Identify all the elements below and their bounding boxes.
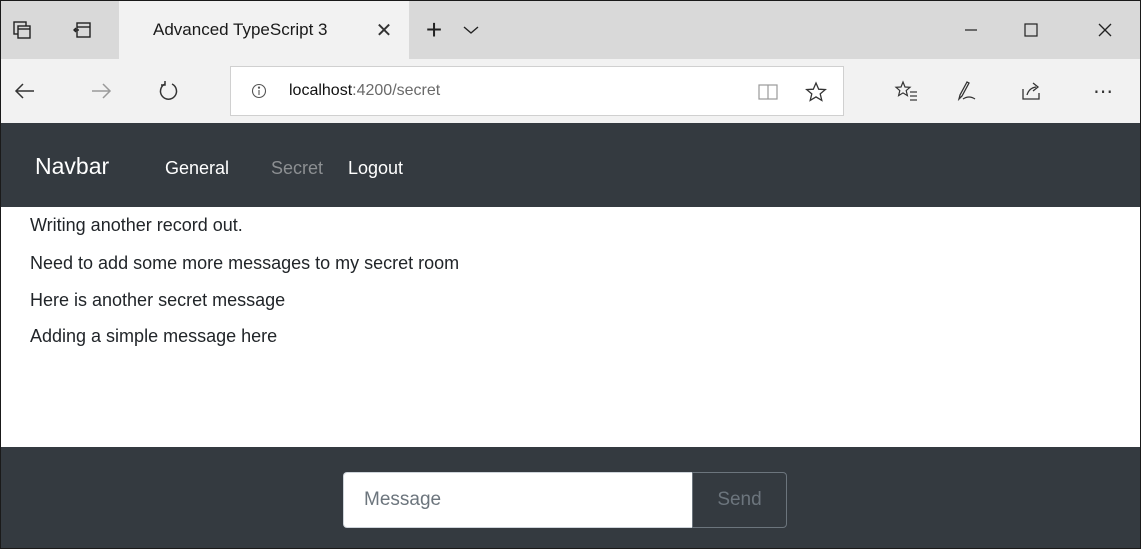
maximize-icon[interactable]	[1001, 1, 1061, 59]
info-icon[interactable]	[249, 81, 269, 101]
navbar-brand[interactable]: Navbar	[35, 153, 109, 180]
star-icon[interactable]	[803, 79, 829, 105]
message-item: Need to add some more messages to my sec…	[30, 253, 460, 273]
tab-active[interactable]: Advanced TypeScript 3 ✕	[119, 1, 409, 59]
message-item: Adding a simple message here	[30, 326, 278, 346]
nav-link-general[interactable]: General	[165, 158, 229, 179]
set-aside-tabs-icon[interactable]	[67, 15, 97, 45]
pen-icon[interactable]	[949, 73, 985, 109]
tab-bar: Advanced TypeScript 3 ✕ +	[1, 1, 1140, 59]
nav-link-logout[interactable]: Logout	[348, 158, 403, 179]
message-list: Writing another record out. Need to add …	[1, 207, 1140, 447]
back-arrow-icon[interactable]	[5, 71, 45, 111]
minimize-icon[interactable]	[941, 1, 1001, 59]
tab-preview-icon[interactable]	[7, 15, 37, 45]
tab-title: Advanced TypeScript 3	[153, 20, 328, 39]
reading-view-icon[interactable]	[755, 79, 781, 105]
close-icon[interactable]: ✕	[369, 15, 399, 45]
window-close-icon[interactable]	[1075, 1, 1135, 59]
share-icon[interactable]	[1013, 73, 1049, 109]
app-navbar: Navbar General Secret Logout	[1, 123, 1140, 207]
message-item: Writing another record out.	[30, 215, 243, 235]
send-button[interactable]: Send	[692, 472, 787, 528]
more-icon[interactable]: ⋯	[1086, 73, 1122, 109]
new-tab-button[interactable]: +	[419, 14, 449, 45]
message-input[interactable]	[343, 472, 693, 528]
forward-arrow-icon[interactable]	[81, 71, 121, 111]
url-host: localhost	[289, 82, 353, 99]
message-composer: Send	[1, 447, 1140, 548]
address-toolbar: localhost:4200/secret ⋯	[1, 59, 1140, 123]
refresh-icon[interactable]	[149, 71, 189, 111]
chevron-down-icon[interactable]	[456, 15, 486, 45]
favorites-list-icon[interactable]	[888, 73, 924, 109]
nav-link-secret[interactable]: Secret	[271, 158, 323, 179]
url-path: :4200/secret	[352, 82, 441, 99]
browser-window: Advanced TypeScript 3 ✕ + localhost:4200…	[0, 0, 1141, 549]
url-text[interactable]: localhost:4200/secret	[289, 82, 440, 100]
message-item: Here is another secret message	[30, 290, 286, 310]
address-bar[interactable]: localhost:4200/secret	[230, 66, 844, 116]
